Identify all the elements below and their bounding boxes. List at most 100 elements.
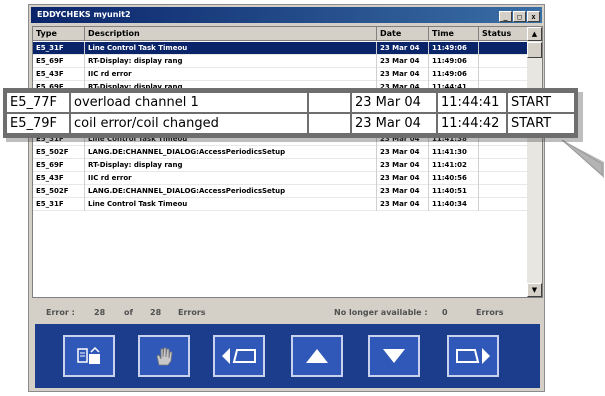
maximize-button[interactable]: □	[513, 11, 526, 22]
title-bar[interactable]: EDDYCHEKS myunit2 _ □ x	[31, 7, 542, 23]
table-cell-date: 23 Mar 04	[377, 172, 429, 185]
table-cell-date: 23 Mar 04	[377, 42, 429, 55]
page-back-button[interactable]	[213, 335, 265, 377]
scrollbar-thumb[interactable]	[527, 42, 542, 58]
zoom-row[interactable]: E5_79F coil error/coil changed 23 Mar 04…	[7, 114, 574, 133]
table-cell-time: 11:41:02	[429, 159, 479, 172]
table-cell-status	[479, 198, 529, 211]
error-status-line: Error : 28 of 28 Errors No longer availa…	[32, 303, 543, 323]
zoom-description-cell: coil error/coil changed	[71, 114, 307, 133]
table-cell-date: 23 Mar 04	[377, 146, 429, 159]
zoom-description-cell: overload channel 1	[71, 93, 307, 112]
table-row[interactable]: E5_502FLANG.DE:CHANNEL_DIALOG:AccessPeri…	[33, 185, 529, 198]
error-label: Error :	[46, 308, 75, 317]
table-cell-status	[479, 55, 529, 68]
table-cell-status	[479, 159, 529, 172]
table-cell-description: IIC rd error	[85, 68, 377, 81]
table-cell-description: RT-Display: display rang	[85, 159, 377, 172]
zoom-date-cell: 23 Mar 04	[352, 114, 436, 133]
table-cell-date: 23 Mar 04	[377, 159, 429, 172]
acknowledge-button[interactable]	[138, 335, 190, 377]
vertical-scrollbar[interactable]: ▲ ▼	[527, 27, 542, 297]
error-count: 28	[94, 308, 106, 317]
page-forward-icon	[456, 348, 490, 364]
table-cell-time: 11:49:06	[429, 68, 479, 81]
column-header-date[interactable]: Date	[377, 27, 429, 41]
minimize-button[interactable]: _	[499, 11, 512, 22]
close-button[interactable]: x	[527, 11, 540, 22]
down-button[interactable]	[368, 335, 420, 377]
table-cell-date: 23 Mar 04	[377, 185, 429, 198]
errors-label-2: Errors	[476, 308, 504, 317]
zoom-date-cell: 23 Mar 04	[352, 93, 436, 112]
table-row[interactable]: E5_502FLANG.DE:CHANNEL_DIALOG:AccessPeri…	[33, 146, 529, 159]
up-button[interactable]	[291, 335, 343, 377]
table-cell-status	[479, 172, 529, 185]
scroll-down-icon[interactable]: ▼	[527, 283, 542, 297]
table-cell-status	[479, 185, 529, 198]
error-table: Type Description Date Time Status E5_31F…	[32, 26, 543, 298]
application-window: EDDYCHEKS myunit2 _ □ x Type Description…	[28, 4, 545, 392]
table-cell-type: E5_69F	[33, 55, 85, 68]
total-count: 28	[150, 308, 162, 317]
table-cell-description: LANG.DE:CHANNEL_DIALOG:AccessPeriodicsSe…	[85, 185, 377, 198]
zoom-blank-cell	[309, 114, 350, 133]
zoom-type-cell: E5_77F	[7, 93, 69, 112]
table-cell-status	[479, 42, 529, 55]
column-header-status[interactable]: Status	[479, 27, 529, 41]
table-cell-type: E5_43F	[33, 68, 85, 81]
table-row[interactable]: E5_69F RT-Display: display rang 23 Mar 04 1…	[33, 159, 529, 172]
page-back-icon	[222, 348, 256, 364]
arrow-down-icon	[383, 349, 405, 363]
errors-label: Errors	[178, 308, 206, 317]
export-button[interactable]	[63, 335, 115, 377]
column-header-time[interactable]: Time	[429, 27, 479, 41]
zoom-status-cell: START	[508, 114, 574, 133]
table-cell-time: 11:41:30	[429, 146, 479, 159]
hand-icon	[156, 347, 173, 366]
of-label: of	[124, 308, 133, 317]
export-icon	[77, 346, 100, 364]
table-cell-date: 23 Mar 04	[377, 198, 429, 211]
table-cell-description: IIC rd error	[85, 172, 377, 185]
table-cell-status	[479, 68, 529, 81]
zoom-blank-cell	[309, 93, 350, 112]
table-cell-time: 11:49:06	[429, 55, 479, 68]
table-cell-description: RT-Display: display rang	[85, 55, 377, 68]
table-row[interactable]: E5_43F IIC rd error 23 Mar 04 11:49:06	[33, 68, 529, 81]
table-cell-status	[479, 146, 529, 159]
zoom-type-cell: E5_79F	[7, 114, 69, 133]
table-cell-time: 11:40:51	[429, 185, 479, 198]
table-cell-date: 23 Mar 04	[377, 55, 429, 68]
table-cell-time: 11:40:56	[429, 172, 479, 185]
table-row[interactable]: E5_69F RT-Display: display rang 23 Mar 04 1…	[33, 55, 529, 68]
table-cell-date: 23 Mar 04	[377, 68, 429, 81]
column-header-type[interactable]: Type	[33, 27, 85, 41]
zoom-time-cell: 11:44:41	[438, 93, 506, 112]
page-forward-button[interactable]	[447, 335, 499, 377]
table-cell-type: E5_502F	[33, 185, 85, 198]
table-cell-time: 11:40:34	[429, 198, 479, 211]
arrow-up-icon	[306, 349, 328, 363]
table-cell-time: 11:49:06	[429, 42, 479, 55]
table-cell-type: E5_69F	[33, 159, 85, 172]
zoom-status-cell: START	[508, 93, 574, 112]
scroll-up-icon[interactable]: ▲	[527, 27, 542, 41]
table-cell-type: E5_31F	[33, 198, 85, 211]
column-header-description[interactable]: Description	[85, 27, 377, 41]
table-cell-type: E5_31F	[33, 42, 85, 55]
table-header: Type Description Date Time Status	[33, 27, 529, 41]
no-longer-available-label: No longer available :	[334, 308, 428, 317]
zoom-callout: E5_77F overload channel 1 23 Mar 04 11:4…	[3, 88, 578, 138]
table-row[interactable]: E5_31F Line Control Task Timeou 23 Mar 04 1…	[33, 42, 529, 55]
table-cell-type: E5_43F	[33, 172, 85, 185]
navigation-button-panel	[35, 324, 540, 388]
zoom-time-cell: 11:44:42	[438, 114, 506, 133]
table-row[interactable]: E5_31F Line Control Task Timeou 23 Mar 04 1…	[33, 198, 529, 211]
no-longer-count: 0	[442, 308, 448, 317]
table-cell-type: E5_502F	[33, 146, 85, 159]
window-title: EDDYCHEKS myunit2	[37, 10, 131, 19]
zoom-row[interactable]: E5_77F overload channel 1 23 Mar 04 11:4…	[7, 93, 574, 112]
table-cell-description: Line Control Task Timeou	[85, 42, 377, 55]
table-row[interactable]: E5_43F IIC rd error 23 Mar 04 11:40:56	[33, 172, 529, 185]
